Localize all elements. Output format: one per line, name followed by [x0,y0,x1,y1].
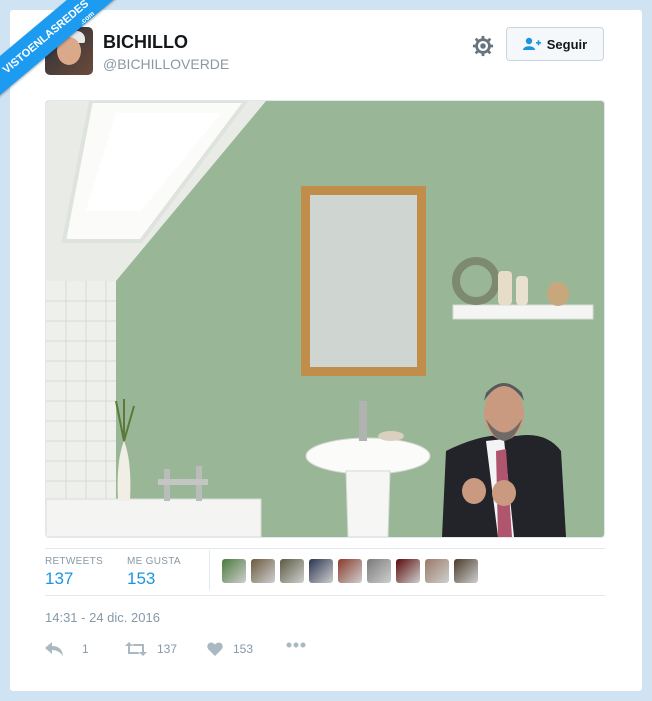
likers-row [222,559,478,583]
user-name[interactable]: BICHILLO [103,32,188,53]
liker-avatar[interactable] [280,559,304,583]
more-icon [286,642,306,648]
retweet-icon [125,642,147,656]
like-count: 153 [233,642,254,656]
liker-avatar[interactable] [396,559,420,583]
stats-bottom-divider [45,595,605,596]
retweets-count[interactable]: 137 [45,569,73,589]
user-handle[interactable]: @BICHILLOVERDE [103,56,229,72]
liker-avatar[interactable] [425,559,449,583]
retweet-action[interactable]: 137 [125,642,177,656]
reply-count: 1 [82,642,89,656]
gear-icon[interactable] [472,35,494,57]
stats-top-divider [45,548,605,549]
follow-button-label: Seguir [546,36,588,52]
tweet-timestamp[interactable]: 14:31 - 24 dic. 2016 [45,610,160,625]
tweet-photo[interactable] [45,100,605,538]
liker-avatar[interactable] [454,559,478,583]
retweets-label: RETWEETS [45,556,103,567]
follow-button[interactable]: Seguir [506,27,604,61]
liker-avatar[interactable] [338,559,362,583]
retweet-count: 137 [157,642,178,656]
liker-avatar[interactable] [251,559,275,583]
likes-label: ME GUSTA [127,556,181,567]
liker-avatar[interactable] [222,559,246,583]
like-action[interactable]: 153 [207,642,253,656]
bathroom-image [46,101,604,537]
heart-icon [207,642,223,656]
stats-separator [209,550,210,590]
reply-action[interactable]: 1 [45,642,89,656]
tweet-card: BICHILLO @BICHILLOVERDE Seguir RETWEETS … [10,10,642,691]
reply-icon [45,642,63,656]
add-user-icon [522,37,541,50]
liker-avatar[interactable] [309,559,333,583]
liker-avatar[interactable] [367,559,391,583]
likes-count[interactable]: 153 [127,569,155,589]
more-action[interactable] [286,642,306,648]
